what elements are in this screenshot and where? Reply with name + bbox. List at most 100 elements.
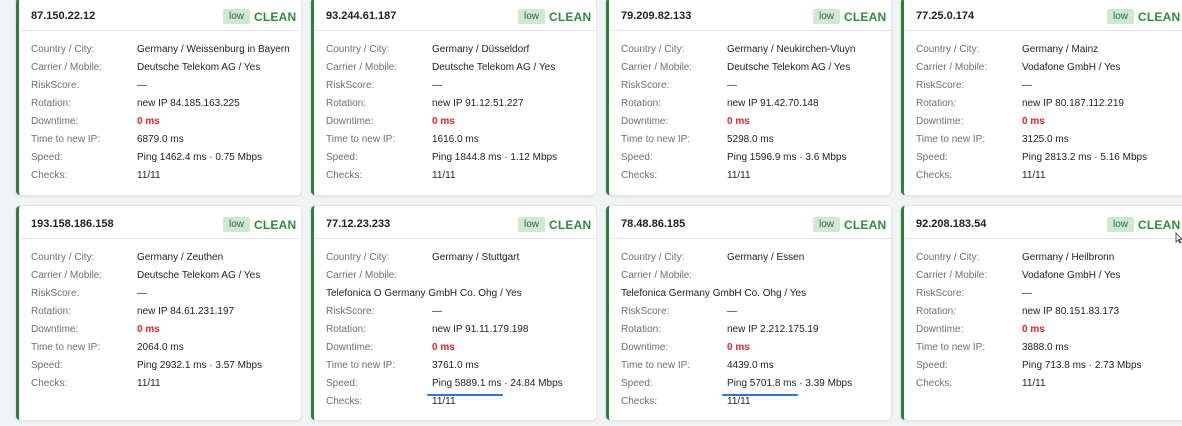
proxy-card[interactable]: 87.150.22.12 low CLEAN Country / City: Germa…	[16, 0, 301, 195]
detail-value: new IP 2.212.175.19	[727, 324, 819, 335]
card-header: 78.48.86.185 low CLEAN	[609, 206, 891, 239]
detail-value: —	[432, 306, 442, 317]
detail-row-country: Country / City: Germany / Heilbronn	[916, 249, 1180, 267]
detail-label: Time to new IP:	[31, 342, 101, 353]
detail-value: —	[432, 80, 442, 91]
detail-label: RiskScore:	[31, 80, 80, 91]
detail-value: 0 ms	[727, 116, 750, 127]
card-details: Country / City: Germany / Weissenburg in …	[31, 41, 295, 185]
detail-row-checks: Checks: 11/11	[31, 375, 295, 393]
card-details: Country / City: Germany / Neukirchen-Vluy…	[621, 41, 885, 185]
proxy-card[interactable]: 77.25.0.174 low CLEAN Country / City: German…	[901, 0, 1182, 195]
detail-label: Country / City:	[326, 44, 390, 55]
detail-row-carrier: Carrier / Mobile: Telefonica Germany GmbH…	[621, 267, 885, 303]
detail-value: Ping 2813.2 ms · 5.16 Mbps	[1022, 152, 1148, 163]
detail-value: Ping 5889.1 ms · 24.84 Mbps	[427, 378, 563, 396]
detail-row-time-new-ip: Time to new IP: 1616.0 ms	[326, 131, 590, 149]
detail-label: Country / City:	[31, 44, 95, 55]
detail-label: Speed:	[326, 378, 358, 389]
proxy-card[interactable]: 79.209.82.133 low CLEAN Country / City: Germ…	[606, 0, 891, 195]
detail-label: Country / City:	[31, 252, 95, 263]
card-header: 79.209.82.133 low CLEAN	[609, 0, 891, 31]
detail-label: Checks:	[326, 170, 363, 181]
detail-row-checks: Checks: 11/11	[621, 167, 885, 185]
detail-label: Downtime:	[621, 342, 669, 353]
proxy-card[interactable]: 92.208.183.54 low CLEAN Country / City: Germ…	[901, 206, 1182, 420]
detail-label: Rotation:	[916, 98, 957, 109]
detail-value: 0 ms	[432, 116, 455, 127]
detail-label: Checks:	[621, 396, 658, 407]
detail-row-risk: RiskScore: —	[31, 77, 295, 95]
detail-value: 0 ms	[1022, 116, 1045, 127]
detail-row-carrier: Carrier / Mobile: Deutsche Telekom AG / Y…	[326, 59, 590, 77]
proxy-card[interactable]: 193.158.186.158 low CLEAN Country / City: Ge…	[16, 206, 301, 420]
detail-row-risk: RiskScore: —	[916, 285, 1180, 303]
detail-label: Speed:	[916, 360, 948, 371]
risk-level-badge: low	[518, 9, 546, 24]
risk-level-badge: low	[1107, 217, 1135, 232]
status-clean-label: CLEAN	[1138, 10, 1181, 24]
detail-row-downtime: Downtime: 0 ms	[31, 113, 295, 131]
ip-address: 77.12.23.233	[326, 218, 391, 230]
risk-level-badge: low	[223, 217, 251, 232]
status-clean-label: CLEAN	[1138, 218, 1181, 232]
risk-level-badge: low	[223, 9, 251, 24]
detail-value: Germany / Mainz	[1022, 44, 1099, 55]
detail-value: 11/11	[727, 396, 751, 407]
detail-label: Country / City:	[916, 252, 980, 263]
detail-row-rotation: Rotation: new IP 91.42.70.148	[621, 95, 885, 113]
detail-row-speed: Speed: Ping 2932.1 ms · 3.57 Mbps	[31, 357, 295, 375]
detail-label: Carrier / Mobile:	[326, 62, 398, 73]
detail-value: 0 ms	[137, 116, 160, 127]
detail-value: 11/11	[727, 170, 751, 181]
detail-row-time-new-ip: Time to new IP: 3125.0 ms	[916, 131, 1180, 149]
detail-label: Downtime:	[31, 324, 79, 335]
detail-row-country: Country / City: Germany / Zeuthen	[31, 249, 295, 267]
detail-label: Rotation:	[621, 324, 662, 335]
detail-row-checks: Checks: 11/11	[326, 393, 590, 411]
detail-row-time-new-ip: Time to new IP: 4439.0 ms	[621, 357, 885, 375]
detail-value: 4439.0 ms	[727, 360, 774, 371]
detail-label: Rotation:	[31, 306, 72, 317]
detail-value: new IP 84.61.231.197	[137, 306, 235, 317]
detail-row-time-new-ip: Time to new IP: 5298.0 ms	[621, 131, 885, 149]
detail-row-risk: RiskScore: —	[916, 77, 1180, 95]
detail-label: Checks:	[916, 170, 953, 181]
detail-row-carrier: Carrier / Mobile: Deutsche Telekom AG / Y…	[621, 59, 885, 77]
detail-label: Time to new IP:	[31, 134, 101, 145]
proxy-card[interactable]: 78.48.86.185 low CLEAN Country / City: Germa…	[606, 206, 891, 420]
proxy-card[interactable]: 93.244.61.187 low CLEAN Country / City: Germ…	[311, 0, 596, 195]
detail-row-carrier: Carrier / Mobile: Deutsche Telekom AG / Y…	[31, 59, 295, 77]
detail-value: Ping 1596.9 ms · 3.6 Mbps	[727, 152, 847, 163]
detail-label: Speed:	[31, 360, 63, 371]
ip-address: 87.150.22.12	[31, 10, 96, 22]
detail-label: Checks:	[621, 170, 658, 181]
detail-row-rotation: Rotation: new IP 84.61.231.197	[31, 303, 295, 321]
detail-row-time-new-ip: Time to new IP: 6879.0 ms	[31, 131, 295, 149]
status-clean-label: CLEAN	[254, 218, 297, 232]
detail-label: Rotation:	[326, 324, 367, 335]
proxy-card[interactable]: 77.12.23.233 low CLEAN Country / City: Germa…	[311, 206, 596, 420]
detail-row-time-new-ip: Time to new IP: 3888.0 ms	[916, 339, 1180, 357]
detail-value: 3888.0 ms	[1022, 342, 1069, 353]
detail-value: 5298.0 ms	[727, 134, 774, 145]
detail-row-time-new-ip: Time to new IP: 2064.0 ms	[31, 339, 295, 357]
status-clean-label: CLEAN	[844, 218, 887, 232]
detail-value: Germany / Essen	[727, 252, 805, 263]
detail-value: Telefonica Germany GmbH Co. Ohg / Yes	[621, 288, 807, 299]
detail-label: Country / City:	[916, 44, 980, 55]
detail-value: Vodafone GmbH / Yes	[1022, 270, 1121, 281]
detail-value: new IP 91.11.179.198	[432, 324, 529, 335]
risk-level-badge: low	[813, 9, 841, 24]
detail-value: Germany / Weissenburg in Bayern	[137, 44, 290, 55]
detail-value: new IP 80.151.83.173	[1022, 306, 1120, 317]
detail-value: Ping 1844.8 ms · 1.12 Mbps	[432, 152, 558, 163]
detail-value: 11/11	[1022, 378, 1046, 389]
mouse-cursor-icon	[1175, 232, 1182, 244]
detail-row-risk: RiskScore: —	[31, 285, 295, 303]
detail-row-downtime: Downtime: 0 ms	[326, 339, 590, 357]
ip-address: 193.158.186.158	[31, 218, 114, 230]
detail-value: Germany / Heilbronn	[1022, 252, 1115, 263]
detail-label: RiskScore:	[31, 288, 80, 299]
detail-row-country: Country / City: Germany / Weissenburg in …	[31, 41, 295, 59]
